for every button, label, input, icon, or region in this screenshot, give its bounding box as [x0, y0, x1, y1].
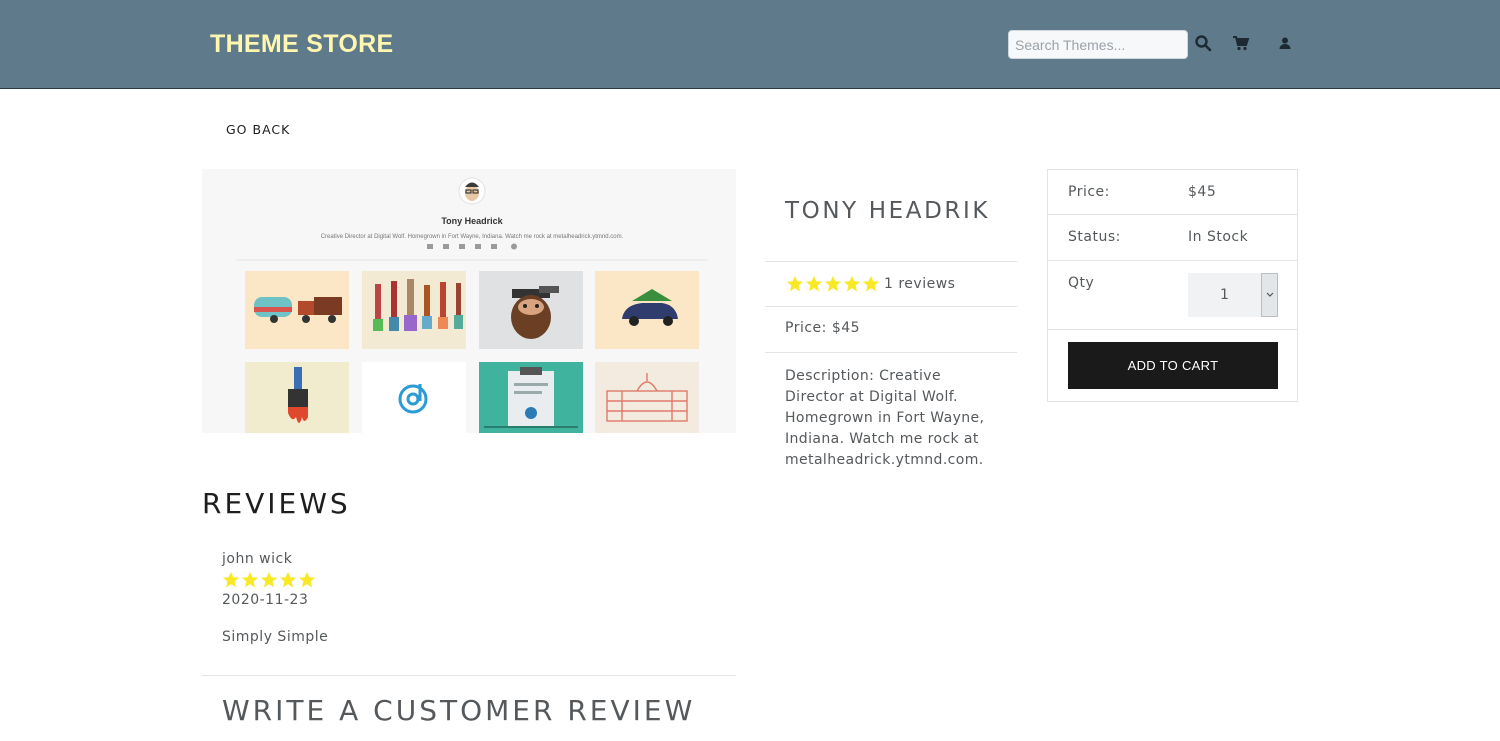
preview-name: Tony Headrick [441, 216, 503, 226]
search-input[interactable] [1008, 30, 1188, 59]
qty-row: Qty 1 [1048, 261, 1297, 330]
product-title: TONY HEADRIK [785, 198, 991, 224]
star-icon [241, 571, 259, 589]
write-review-heading: WRITE A CUSTOMER REVIEW [222, 694, 696, 727]
star-icon [279, 571, 297, 589]
review-comment: Simply Simple [222, 629, 329, 645]
star-icon [862, 275, 880, 293]
review-stars [222, 571, 316, 589]
review-date: 2020-11-23 [222, 592, 309, 608]
divider [765, 306, 1017, 307]
cart-icon[interactable] [1232, 34, 1250, 52]
qty-label: Qty [1068, 275, 1095, 291]
product-price: Price: $45 [785, 320, 861, 336]
price-label: Price: [1068, 184, 1110, 200]
star-icon [843, 275, 861, 293]
preview-tagline: Creative Director at Digital Wolf. Homeg… [321, 234, 624, 240]
qty-select[interactable]: 1 [1188, 273, 1278, 317]
brand-logo[interactable]: THEME STORE [210, 30, 393, 59]
status-label: Status: [1068, 229, 1121, 245]
divider [765, 261, 1017, 262]
status-row: Status: In Stock [1048, 215, 1297, 261]
preview-avatar [458, 177, 486, 205]
reviews-count: 1 reviews [884, 276, 956, 292]
add-to-cart-button[interactable]: ADD TO CART [1068, 342, 1278, 389]
divider [765, 352, 1017, 353]
star-icon [222, 571, 240, 589]
price-value: $45 [1188, 184, 1217, 200]
search-icon[interactable] [1194, 34, 1212, 52]
go-back-link[interactable]: GO BACK [226, 122, 290, 137]
cart-card: Price: $45 Status: In Stock Qty 1 ADD TO… [1047, 169, 1298, 402]
review-author: john wick [222, 551, 293, 567]
navbar: THEME STORE [0, 0, 1500, 89]
status-value: In Stock [1188, 229, 1249, 245]
qty-value: 1 [1220, 287, 1229, 303]
reviews-heading: REVIEWS [202, 487, 351, 520]
star-icon [786, 275, 804, 293]
star-icon [805, 275, 823, 293]
product-stars [786, 275, 880, 293]
star-icon [298, 571, 316, 589]
price-row: Price: $45 [1048, 170, 1297, 215]
chevron-down-icon[interactable] [1261, 273, 1278, 317]
star-icon [824, 275, 842, 293]
product-rating: 1 reviews [786, 275, 955, 293]
divider [202, 675, 736, 676]
user-icon[interactable] [1276, 34, 1294, 52]
theme-preview-image: Tony Headrick Creative Director at Digit… [202, 169, 736, 433]
star-icon [260, 571, 278, 589]
product-description: Description: Creative Director at Digita… [785, 368, 985, 468]
